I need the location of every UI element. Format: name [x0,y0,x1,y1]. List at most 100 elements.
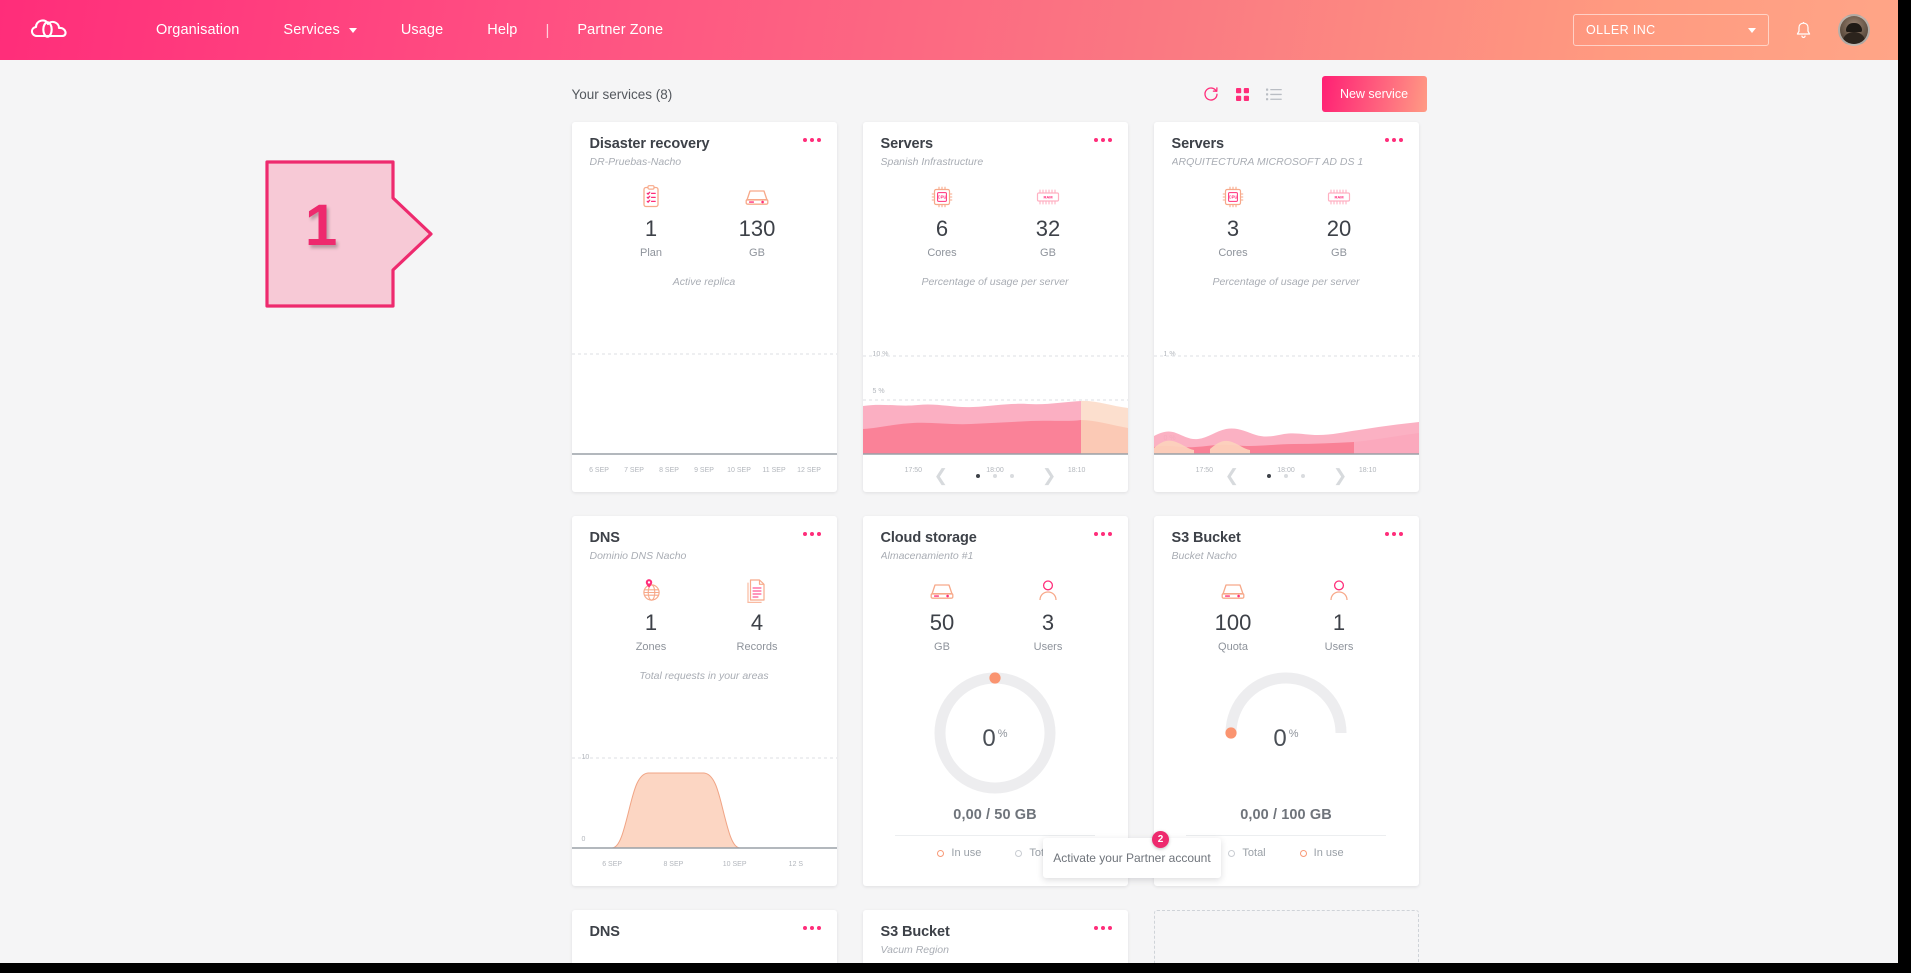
card-subtitle: ARQUITECTURA MICROSOFT AD DS 1 [1171,156,1364,168]
card-header: Servers ARQUITECTURA MICROSOFT AD DS 1 [1154,122,1419,168]
add-service-placeholder-card[interactable] [1153,910,1419,963]
nav-item-services[interactable]: Services [261,22,378,38]
card-menu-icon[interactable] [802,532,821,536]
card-menu-icon[interactable] [1384,138,1403,142]
notification-bell-icon[interactable] [1795,21,1812,40]
donut-gauge-svg [934,672,1056,794]
service-card-s3-bucket[interactable]: S3 Bucket Bucket Nacho 100 Quota 1 Users… [1153,516,1419,886]
page-dot-3[interactable] [1301,474,1305,478]
services-grid: Disaster recovery DR-Pruebas-Nacho 1 Pla… [571,122,1427,963]
legend-item-in-use[interactable]: In use [937,847,981,859]
chart-legend: Total In use [1228,847,1344,871]
nav-item-organisation[interactable]: Organisation [134,22,261,38]
x-tick: 6 SEP [589,467,609,474]
metric-plan: 1 Plan [620,184,682,259]
ram-icon: RAM [1017,184,1079,210]
area-chart-svg [862,355,1128,455]
metric-value: 1 [644,216,658,241]
toolbar-actions: New service [1203,76,1427,112]
card-caption: Total requests in your areas [639,670,769,682]
service-card-servers-arquitectura[interactable]: Servers ARQUITECTURA MICROSOFT AD DS 1 C… [1153,122,1419,492]
list-view-icon[interactable] [1265,87,1282,102]
new-service-button[interactable]: New service [1321,76,1427,112]
chart-legend: In use Total [937,847,1053,871]
card-subtitle: Spanish Infrastructure [880,156,984,168]
page-dot-2[interactable] [993,474,997,478]
page-dot-1[interactable] [976,474,980,478]
metric-value: 4 [750,610,764,635]
nav-separator: | [545,21,550,39]
area-chart-svg [571,353,837,455]
nav-label: Usage [400,22,444,38]
metric-users: 3 Users [1017,578,1079,653]
card-menu-icon[interactable] [802,926,821,930]
service-card-servers-spanish[interactable]: Servers Spanish Infrastructure CPU 6 Cor… [862,122,1128,492]
card-metrics: 100 Quota 1 Users [1154,578,1419,653]
card-chart: 1 % 0 % 17:50 18:00 18:10 ❮ [1153,294,1419,492]
services-toolbar: Your services (8) New service [572,60,1427,122]
card-title: DNS [589,530,620,546]
nav-item-usage[interactable]: Usage [379,22,465,38]
card-header: Disaster recovery DR-Pruebas-Nacho [572,122,837,168]
page-dot-1[interactable] [1267,474,1271,478]
metric-value: 1 [644,610,658,635]
service-card-cloud-storage[interactable]: Cloud storage Almacenamiento #1 50 GB 3 … [862,516,1128,886]
nav-label: Help [487,22,518,38]
card-title: Disaster recovery [589,136,710,152]
chart-next-button[interactable]: ❯ [1325,466,1355,486]
nav-item-partner-zone[interactable]: Partner Zone [555,22,685,38]
nav-label: Services [283,22,340,38]
metric-value: 32 [1035,216,1061,241]
page-title: Your services (8) [571,86,673,102]
nav-label: Organisation [156,22,240,38]
card-caption: Percentage of usage per server [921,276,1069,288]
metric-label: GB [1331,247,1347,259]
card-metrics: CPU 3 Cores RAM 20 GB [1154,184,1419,259]
refresh-icon[interactable] [1203,86,1219,102]
cloud-logo-icon[interactable] [28,15,74,45]
card-header: S3 Bucket Bucket Nacho [1154,516,1419,562]
page-dot-3[interactable] [1010,474,1014,478]
nav-item-help[interactable]: Help [465,22,539,38]
chart-prev-button[interactable]: ❮ [1217,466,1247,486]
avatar[interactable] [1838,14,1870,46]
organisation-selector[interactable]: OLLER INC [1573,14,1769,46]
annotation-step-number-1: 1 [305,193,338,258]
page-dot-2[interactable] [1284,474,1288,478]
metric-value: 3 [1226,216,1240,241]
service-card-disaster-recovery[interactable]: Disaster recovery DR-Pruebas-Nacho 1 Pla… [571,122,837,492]
chart-next-button[interactable]: ❯ [1034,466,1064,486]
card-header: S3 Bucket Vacum Region [863,910,1128,956]
card-menu-icon[interactable] [1384,532,1403,536]
organisation-name: OLLER INC [1586,23,1656,37]
metric-label: Users [1033,641,1063,653]
annotation-arrow-1 [265,160,433,308]
legend-item-in-use[interactable]: In use [1299,847,1344,859]
legend-dot-icon [1015,849,1023,857]
grid-view-icon[interactable] [1235,87,1250,102]
card-menu-icon[interactable] [1093,138,1112,142]
chart-page-dots [956,474,1034,478]
partner-account-tooltip[interactable]: Activate your Partner account [1043,838,1221,878]
metric-value: 50 [929,610,955,635]
legend-dot-icon [937,849,945,857]
metric-users: 1 Users [1308,578,1370,653]
metric-ram: RAM 32 GB [1017,184,1079,259]
chart-prev-button[interactable]: ❮ [926,466,956,486]
header-right-cluster: OLLER INC [1573,14,1898,46]
svg-text:CPU: CPU [1229,195,1238,200]
service-card-dns[interactable]: DNS Dominio DNS Nacho 1 Zones 4 Records … [571,516,837,886]
metric-label: Plan [639,247,663,259]
card-menu-icon[interactable] [802,138,821,142]
metric-ram: RAM 20 GB [1308,184,1370,259]
metric-value: 130 [738,216,776,241]
card-subtitle: Bucket Nacho [1171,550,1237,562]
metric-value: 1 [1332,610,1346,635]
legend-dot-icon [1299,849,1307,857]
card-menu-icon[interactable] [1093,926,1112,930]
service-card-s3-bucket-2[interactable]: S3 Bucket Vacum Region [862,910,1128,963]
legend-item-total[interactable]: Total [1228,847,1266,859]
service-card-dns-2[interactable]: DNS [571,910,837,963]
card-caption: Percentage of usage per server [1212,276,1360,288]
card-menu-icon[interactable] [1093,532,1112,536]
